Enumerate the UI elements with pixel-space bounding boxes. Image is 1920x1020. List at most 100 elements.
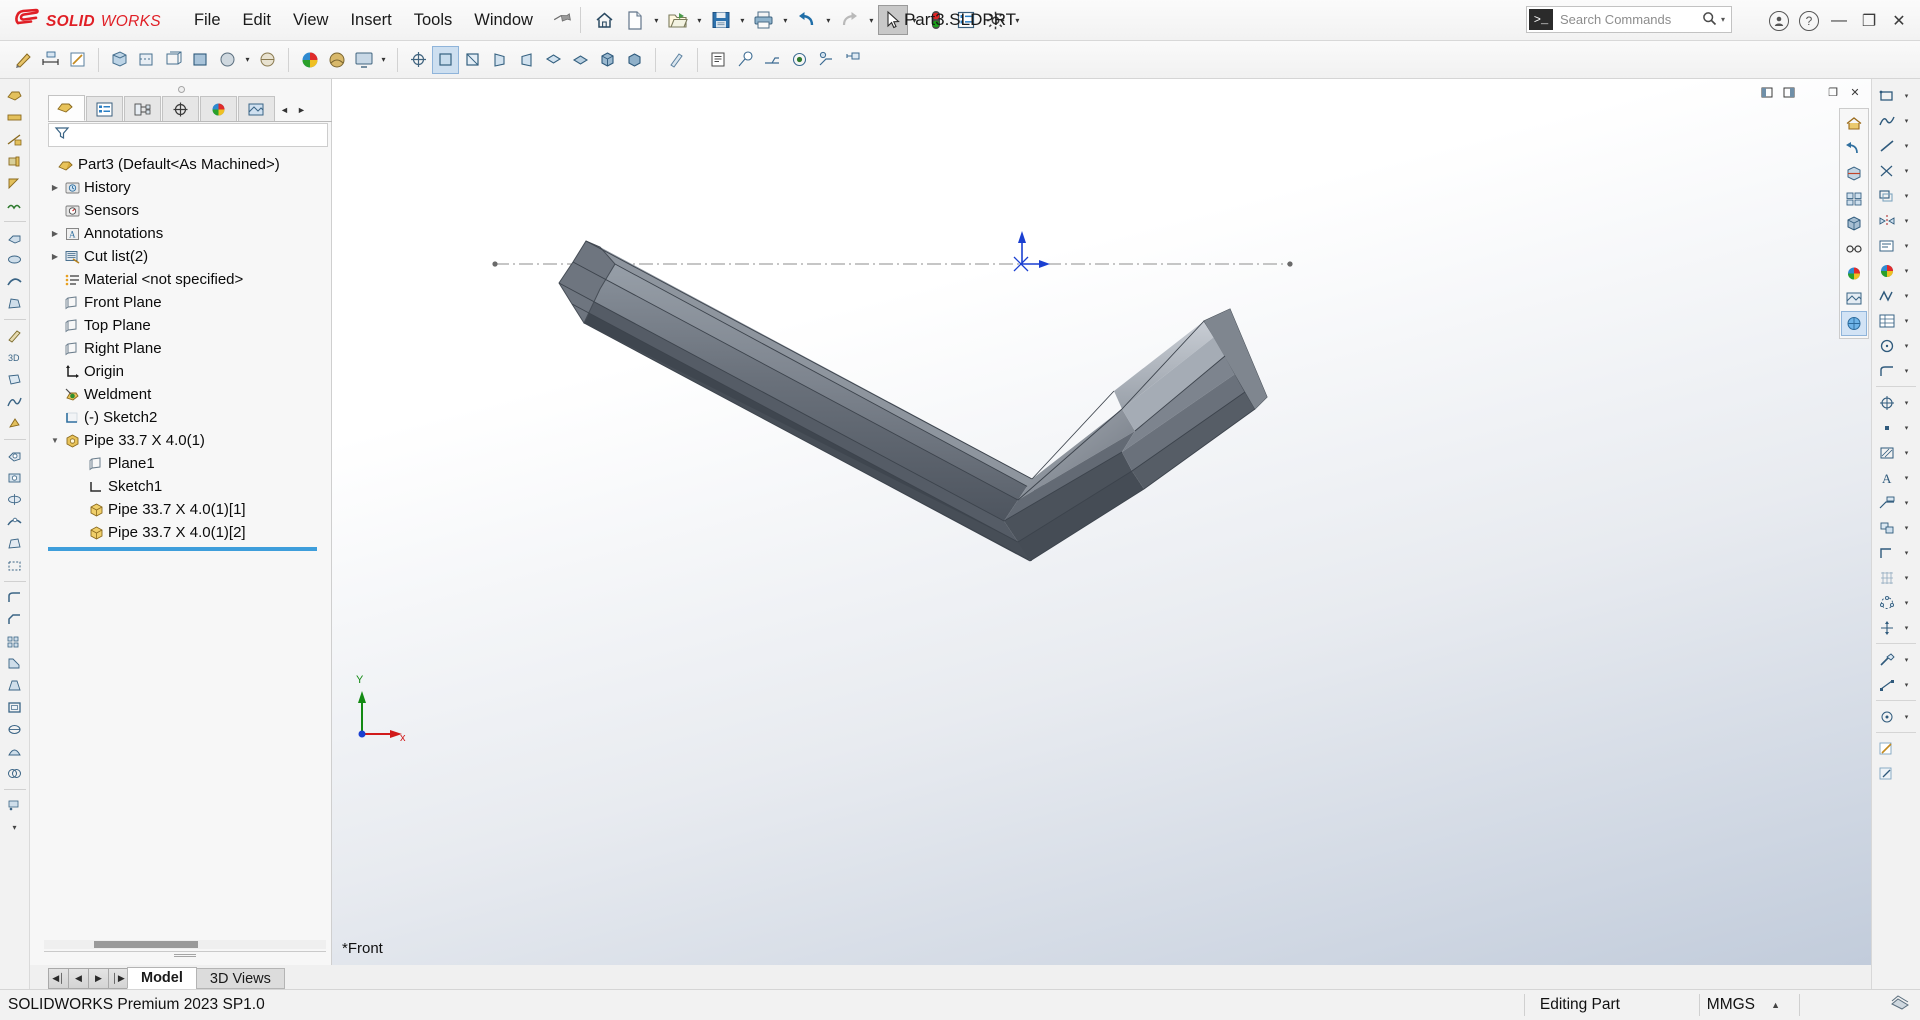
graphics-viewport[interactable]: ❐ ✕ Y x *Front — [332, 79, 1871, 965]
shell-icon[interactable] — [2, 697, 28, 718]
units-dropdown-icon[interactable]: ▲ — [1771, 1000, 1780, 1010]
feature-tree-horizontal-scrollbar[interactable] — [44, 940, 326, 949]
tree-item-top-plane[interactable]: Top Plane — [40, 314, 325, 337]
trim-entities-icon[interactable] — [1874, 159, 1901, 182]
repair-dropdown[interactable]: ▾ — [1901, 648, 1913, 671]
tab-nav-next[interactable]: ▶ — [88, 968, 109, 989]
move-dropdown[interactable]: ▾ — [1901, 616, 1913, 639]
tree-item-pipe-structural-member[interactable]: ▼ Pipe 33.7 X 4.0(1) — [40, 429, 325, 452]
relations-dropdown[interactable]: ▾ — [1901, 234, 1913, 257]
home-button[interactable] — [590, 5, 620, 35]
property-manager-tab[interactable] — [86, 96, 123, 121]
dimetric-view-icon[interactable] — [621, 46, 648, 74]
previous-view-icon[interactable] — [1841, 136, 1867, 161]
pushpin-icon[interactable] — [549, 6, 576, 34]
restore-button[interactable]: ❐ — [1854, 6, 1884, 36]
minimize-button[interactable]: — — [1824, 6, 1854, 36]
render-manager-tab[interactable] — [238, 96, 275, 121]
save-button[interactable] — [706, 5, 736, 35]
dimension-dropdown[interactable]: ▾ — [1901, 391, 1913, 414]
color-sphere-icon[interactable] — [296, 46, 323, 74]
sketch-rail-icon[interactable] — [2, 325, 28, 346]
weld-bead-icon[interactable] — [2, 195, 28, 216]
quick-snaps-dropdown[interactable]: ▾ — [1901, 673, 1913, 696]
sketch-pattern-icon[interactable] — [1874, 284, 1901, 307]
panel-resize-grip[interactable] — [44, 951, 326, 959]
spline-icon[interactable] — [1874, 109, 1901, 132]
corner-rectangle-dropdown[interactable]: ▾ — [1901, 84, 1913, 107]
chamfer-icon[interactable] — [2, 609, 28, 630]
appearance-ball-icon[interactable] — [1874, 259, 1901, 282]
edit-sketch-right-icon[interactable] — [1874, 737, 1901, 760]
redo-button[interactable] — [835, 5, 865, 35]
fillet-dropdown[interactable]: ▾ — [1901, 359, 1913, 382]
new-document-button[interactable] — [620, 5, 650, 35]
hatch-dropdown[interactable]: ▾ — [1901, 441, 1913, 464]
open-document-dropdown[interactable]: ▾ — [693, 5, 706, 35]
appearance-dropdown-arrow[interactable]: ▾ — [241, 45, 254, 75]
gusset-icon[interactable] — [2, 173, 28, 194]
view-orientation-icon[interactable] — [1841, 186, 1867, 211]
appearance-ball-dropdown[interactable]: ▾ — [1901, 259, 1913, 282]
home-view-icon[interactable] — [1841, 111, 1867, 136]
dome-icon[interactable] — [2, 741, 28, 762]
circle-dropdown[interactable]: ▾ — [1901, 334, 1913, 357]
section-view-icon[interactable] — [1841, 161, 1867, 186]
extruded-boss-icon[interactable] — [2, 227, 28, 248]
lofted-boss-icon[interactable] — [2, 293, 28, 314]
repair-sketch-icon[interactable] — [1874, 648, 1901, 671]
spline-dropdown[interactable]: ▾ — [1901, 109, 1913, 132]
wireframe-icon[interactable] — [160, 46, 187, 74]
appearance-sphere-icon[interactable] — [1841, 261, 1867, 286]
smart-dimension-right-icon[interactable] — [1874, 391, 1901, 414]
print-dropdown[interactable]: ▾ — [779, 5, 792, 35]
note-icon[interactable] — [705, 46, 732, 74]
menu-tools[interactable]: Tools — [403, 7, 464, 34]
end-cap-icon[interactable] — [2, 151, 28, 172]
tabs-scroll-next[interactable]: ► — [293, 98, 310, 121]
new-document-dropdown[interactable]: ▾ — [650, 5, 663, 35]
trim-dropdown[interactable]: ▾ — [1901, 159, 1913, 182]
smart-dimension-icon[interactable] — [37, 46, 64, 74]
tree-item-right-plane[interactable]: Right Plane — [40, 337, 325, 360]
circ-pattern-dropdown[interactable]: ▾ — [1901, 591, 1913, 614]
redo-dropdown[interactable]: ▾ — [865, 5, 878, 35]
bom-dropdown[interactable]: ▾ — [1901, 309, 1913, 332]
trim-extend-icon[interactable] — [2, 129, 28, 150]
appearance-dropdown-icon[interactable] — [214, 46, 241, 74]
display-manager-tab[interactable] — [200, 96, 237, 121]
tab-nav-first[interactable]: ◀│ — [48, 968, 69, 989]
chevron-down-icon[interactable]: ▼ — [48, 436, 62, 445]
model-render[interactable]: Y x — [332, 79, 1871, 965]
swept-cut-icon[interactable] — [2, 511, 28, 532]
display-style-icon[interactable] — [1841, 211, 1867, 236]
menu-view[interactable]: View — [282, 7, 339, 34]
grid-dropdown[interactable]: ▾ — [1901, 566, 1913, 589]
tree-item-pipe-body-1[interactable]: Pipe 33.7 X 4.0(1)[1] — [40, 498, 325, 521]
tabs-scroll-prev[interactable]: ◄ — [276, 98, 293, 121]
tree-item-weldment[interactable]: Weldment — [40, 383, 325, 406]
scene-icon[interactable] — [1841, 286, 1867, 311]
options-dropdown[interactable]: ▾ — [1011, 5, 1024, 35]
chevron-right-icon[interactable]: ▶ — [48, 183, 62, 192]
tree-item-sketch1[interactable]: Sketch1 — [40, 475, 325, 498]
left-view-icon[interactable] — [486, 46, 513, 74]
rail-more-dropdown[interactable]: ▾ — [2, 817, 28, 838]
corner-rectangle-icon[interactable] — [1874, 84, 1901, 107]
menu-insert[interactable]: Insert — [339, 7, 402, 34]
tab-3d-views[interactable]: 3D Views — [195, 968, 285, 989]
open-document-button[interactable] — [663, 5, 693, 35]
tree-item-part3[interactable]: Part3 (Default<As Machined>) — [40, 153, 325, 176]
rapid-sketch-icon[interactable] — [1874, 705, 1901, 728]
tree-item-sketch2[interactable]: (-) Sketch2 — [40, 406, 325, 429]
instant3d-icon[interactable] — [2, 413, 28, 434]
trimetric-view-icon[interactable] — [405, 46, 432, 74]
more-features-icon[interactable] — [2, 795, 28, 816]
chevron-right-icon[interactable]: ▶ — [48, 229, 62, 238]
draft-icon[interactable] — [2, 675, 28, 696]
undo-dropdown[interactable]: ▾ — [822, 5, 835, 35]
menu-window[interactable]: Window — [463, 7, 544, 34]
line-icon[interactable] — [1874, 134, 1901, 157]
display-monitor-icon[interactable] — [350, 46, 377, 74]
overlay-icon[interactable] — [1890, 995, 1910, 1015]
